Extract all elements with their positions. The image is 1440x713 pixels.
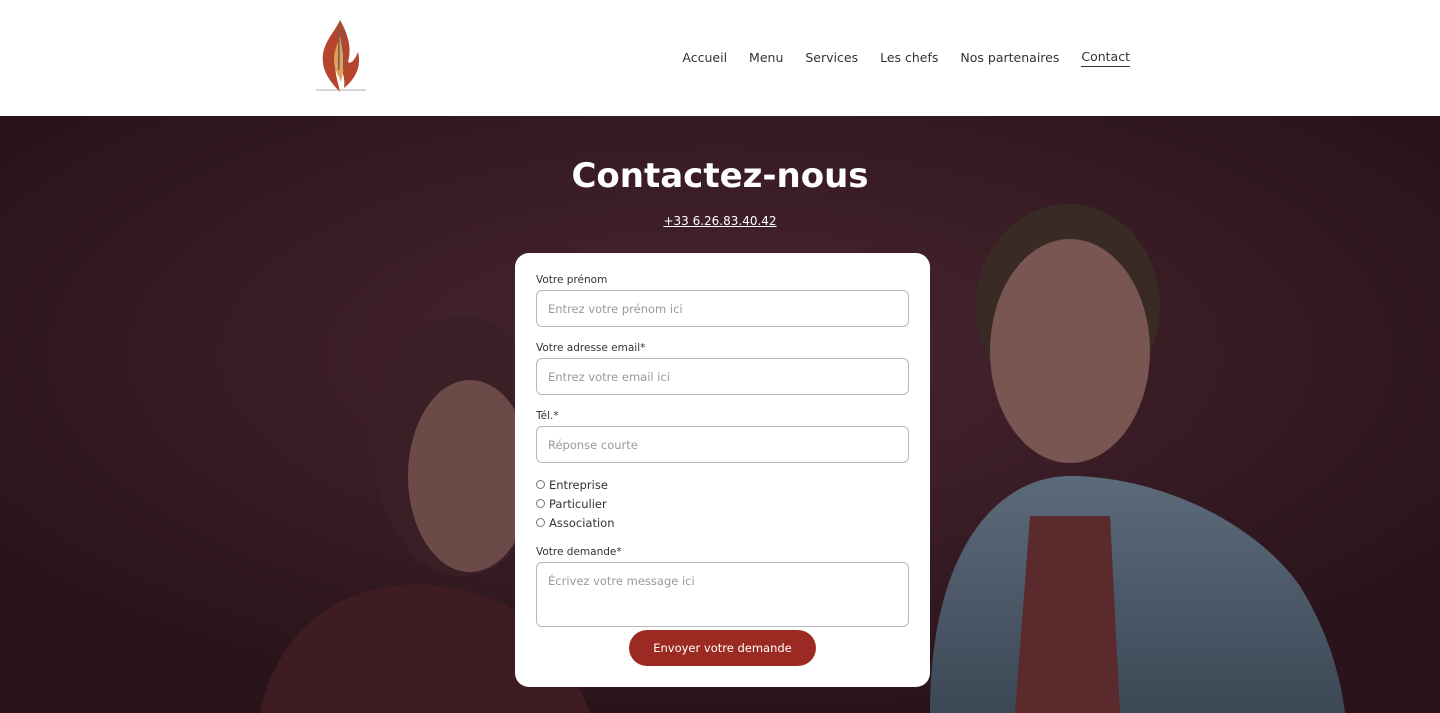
radio-association[interactable]: [536, 518, 545, 527]
nav-item-menu[interactable]: Menu: [749, 50, 783, 67]
radio-label-association: Association: [549, 515, 615, 530]
site-header: Accueil Menu Services Les chefs Nos part…: [0, 0, 1440, 116]
email-input[interactable]: [536, 358, 909, 395]
nav-item-les-chefs[interactable]: Les chefs: [880, 50, 938, 67]
firstname-input[interactable]: [536, 290, 909, 327]
radio-option-particulier: Particulier: [536, 494, 909, 513]
submit-button[interactable]: Envoyer votre demande: [629, 630, 816, 666]
page-title: Contactez-nous: [571, 156, 869, 196]
phone-input[interactable]: [536, 426, 909, 463]
radio-option-association: Association: [536, 513, 909, 532]
radio-option-entreprise: Entreprise: [536, 475, 909, 494]
radio-label-entreprise: Entreprise: [549, 477, 608, 492]
request-textarea[interactable]: [536, 562, 909, 627]
nav-item-accueil[interactable]: Accueil: [682, 50, 727, 67]
radio-label-particulier: Particulier: [549, 496, 607, 511]
nav-item-nos-partenaires[interactable]: Nos partenaires: [960, 50, 1059, 67]
radio-entreprise[interactable]: [536, 480, 545, 489]
flame-utensils-icon: [316, 20, 366, 92]
email-label: Votre adresse email*: [536, 342, 646, 354]
phone-label: Tél.*: [536, 410, 559, 422]
phone-link[interactable]: +33 6.26.83.40.42: [663, 214, 776, 228]
request-label: Votre demande*: [536, 546, 622, 558]
main-nav: Accueil Menu Services Les chefs Nos part…: [682, 49, 1130, 67]
nav-item-contact[interactable]: Contact: [1081, 49, 1130, 67]
contact-hero: Contactez-nous +33 6.26.83.40.42 Votre p…: [0, 116, 1440, 713]
radio-particulier[interactable]: [536, 499, 545, 508]
nav-item-services[interactable]: Services: [805, 50, 858, 67]
logo[interactable]: [310, 16, 372, 96]
contact-form: Votre prénom Votre adresse email* Tél.* …: [515, 253, 930, 687]
customer-type-radio-group: Entreprise Particulier Association: [536, 475, 909, 532]
phone-link-wrapper: +33 6.26.83.40.42: [0, 210, 1440, 229]
firstname-label: Votre prénom: [536, 274, 608, 286]
